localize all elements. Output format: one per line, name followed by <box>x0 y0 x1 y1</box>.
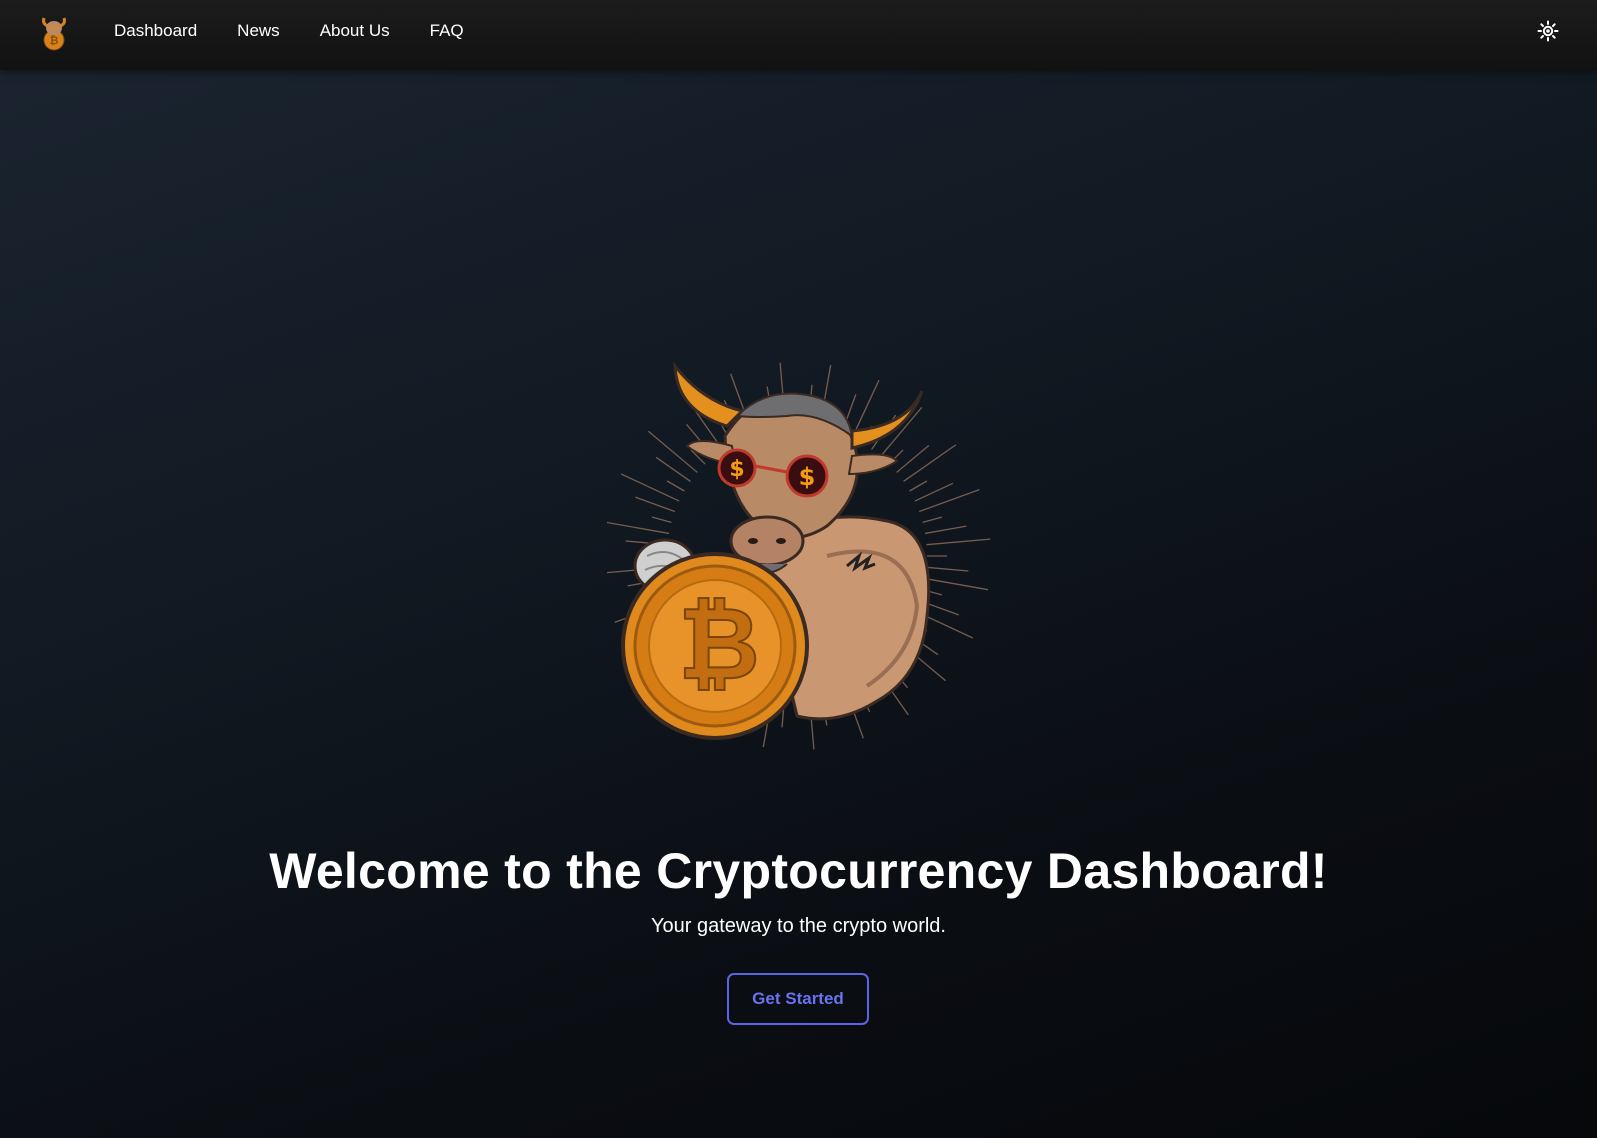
nav-link-dashboard[interactable]: Dashboard <box>114 21 197 41</box>
hero-title: Welcome to the Cryptocurrency Dashboard! <box>269 843 1328 899</box>
nav-link-news[interactable]: News <box>237 21 280 41</box>
svg-text:₿: ₿ <box>678 585 760 702</box>
svg-text:₿: ₿ <box>50 34 59 47</box>
hero-subtitle: Your gateway to the crypto world. <box>651 915 946 937</box>
sun-icon[interactable] <box>1537 20 1559 42</box>
svg-text:$: $ <box>799 463 816 491</box>
get-started-button[interactable]: Get Started <box>727 973 869 1025</box>
nav-links: Dashboard News About Us FAQ <box>114 0 504 62</box>
navbar: ₿ Dashboard News About Us FAQ <box>0 0 1597 70</box>
nav-link-faq[interactable]: FAQ <box>430 21 464 41</box>
bull-bitcoin-illustration: $ $ ₿ <box>607 361 991 750</box>
svg-text:$: $ <box>729 457 744 482</box>
nav-link-about-us[interactable]: About Us <box>320 21 390 41</box>
bull-logo-icon[interactable]: ₿ <box>36 12 72 52</box>
